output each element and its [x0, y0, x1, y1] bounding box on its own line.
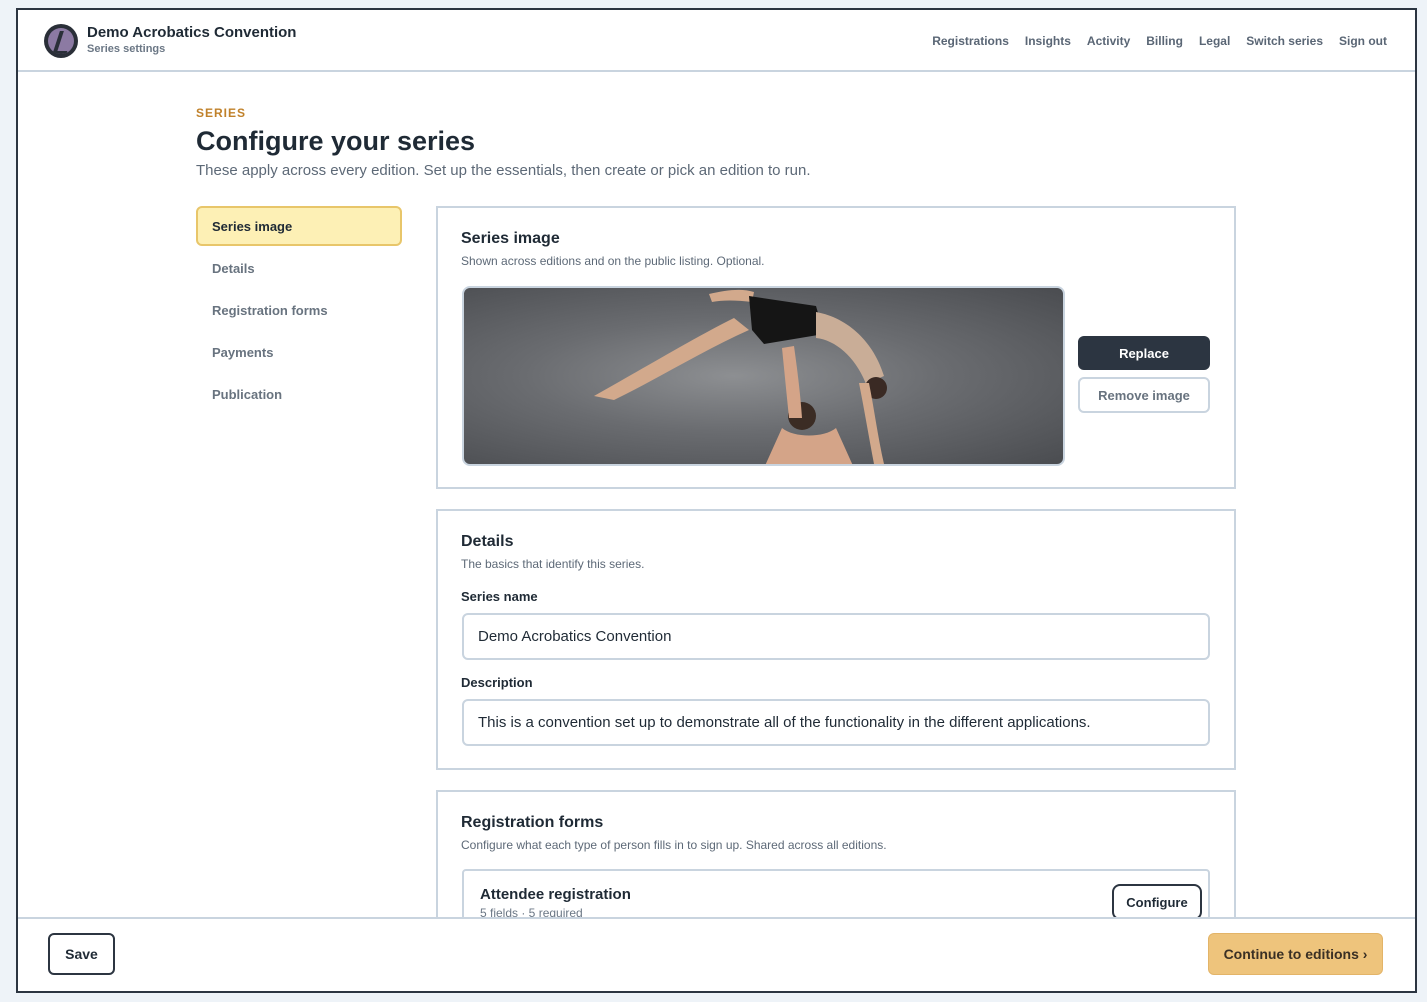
nav-legal[interactable]: Legal	[1199, 34, 1230, 48]
section-nav-publication[interactable]: Publication	[196, 374, 402, 414]
nav-activity[interactable]: Activity	[1087, 34, 1130, 48]
top-bar: Demo Acrobatics Convention Series settin…	[18, 10, 1415, 72]
series-image-description: Shown across editions and on the public …	[461, 254, 765, 268]
form-name: Attendee registration	[480, 886, 631, 903]
save-button[interactable]: Save	[48, 933, 115, 975]
details-title: Details	[461, 533, 514, 550]
series-name-label: Series name	[461, 589, 538, 604]
page-subtitle: These apply across every edition. Set up…	[196, 162, 811, 179]
section-nav: Series image Details Registration forms …	[196, 206, 402, 416]
section-nav-registration-forms[interactable]: Registration forms	[196, 290, 402, 330]
section-nav-series-image[interactable]: Series image	[196, 206, 402, 246]
nav-sign-out[interactable]: Sign out	[1339, 34, 1387, 48]
details-card: Details The basics that identify this se…	[436, 509, 1236, 770]
page-eyebrow: SERIES	[196, 106, 247, 120]
series-name-input[interactable]	[462, 613, 1210, 660]
action-footer: Save Continue to editions ›	[18, 917, 1415, 991]
top-nav: Registrations Insights Activity Billing …	[932, 34, 1387, 48]
nav-registrations[interactable]: Registrations	[932, 34, 1009, 48]
app-subtitle: Series settings	[87, 43, 166, 55]
app-window: Demo Acrobatics Convention Series settin…	[16, 8, 1417, 993]
acrobats-photo	[594, 289, 887, 464]
page-title: Configure your series	[196, 126, 476, 156]
section-nav-details[interactable]: Details	[196, 248, 402, 288]
series-image-card: Series image Shown across editions and o…	[436, 206, 1236, 489]
app-title: Demo Acrobatics Convention	[87, 24, 297, 41]
nav-switch-series[interactable]: Switch series	[1246, 34, 1323, 48]
replace-image-button[interactable]: Replace	[1078, 336, 1210, 370]
nav-insights[interactable]: Insights	[1025, 34, 1071, 48]
series-logo-icon[interactable]	[44, 24, 78, 58]
continue-to-editions-button[interactable]: Continue to editions ›	[1208, 933, 1383, 975]
configure-form-button[interactable]: Configure	[1112, 884, 1202, 920]
description-input[interactable]	[462, 699, 1210, 746]
description-label: Description	[461, 675, 533, 690]
registration-forms-title: Registration forms	[461, 814, 604, 831]
registration-forms-description: Configure what each type of person fills…	[461, 838, 887, 852]
series-image-preview	[462, 286, 1065, 466]
section-nav-payments[interactable]: Payments	[196, 332, 402, 372]
series-image-title: Series image	[461, 230, 560, 247]
nav-billing[interactable]: Billing	[1146, 34, 1183, 48]
remove-image-button[interactable]: Remove image	[1078, 377, 1210, 413]
details-description: The basics that identify this series.	[461, 557, 645, 571]
